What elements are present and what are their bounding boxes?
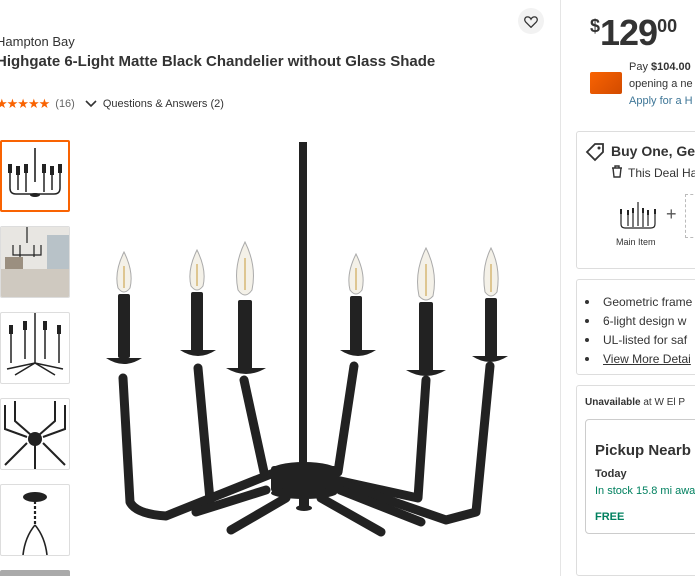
thumbnail-canopy[interactable] bbox=[0, 484, 70, 556]
product-price: $12900 bbox=[590, 12, 677, 54]
credit-card-image bbox=[590, 72, 622, 94]
canopy-image bbox=[22, 492, 48, 555]
buy-box-panel: $12900 Pay $104.00 opening a ne Apply fo… bbox=[576, 0, 695, 576]
pickup-option[interactable]: Pickup Nearb Today In stock 15.8 mi awa … bbox=[585, 419, 695, 534]
product-highlights: Geometric frame 6-light design w UL-list… bbox=[576, 279, 695, 375]
bullet-icon bbox=[585, 337, 589, 342]
highlight-item: Geometric frame bbox=[585, 292, 692, 311]
bogo-title[interactable]: Buy One, Ge bbox=[611, 143, 695, 159]
product-info-panel: Hampton Bay Highgate 6-Light Matte Black… bbox=[0, 0, 560, 576]
credit-offer-line-1: Pay $104.00 bbox=[629, 61, 691, 73]
apply-credit-link[interactable]: Apply for a H bbox=[629, 95, 693, 107]
second-item-slot[interactable] bbox=[685, 194, 695, 238]
view-more-details-text: View More Detai bbox=[603, 351, 691, 366]
price-dollars: 129 bbox=[600, 12, 658, 53]
thumbnail-chandelier-front[interactable] bbox=[0, 140, 70, 212]
pay-prefix: Pay bbox=[629, 61, 652, 73]
price-currency: $ bbox=[590, 16, 601, 36]
fulfillment-card: Unavailable at W El P Pickup Nearb Today… bbox=[576, 385, 695, 576]
main-item-label: Main Item bbox=[616, 237, 656, 247]
highlight-text: 6-light design w bbox=[603, 313, 687, 328]
thumbnail-angle-view[interactable] bbox=[0, 312, 70, 384]
chandelier-thumbnail-image bbox=[8, 148, 62, 197]
brand-name[interactable]: Hampton Bay bbox=[0, 34, 75, 49]
price-cents: 00 bbox=[657, 16, 678, 36]
bullet-icon bbox=[585, 299, 589, 304]
pickup-price: FREE bbox=[595, 511, 625, 523]
room-scene-image bbox=[1, 227, 69, 297]
plus-icon: + bbox=[666, 204, 677, 224]
tag-icon bbox=[585, 143, 604, 162]
chevron-down-icon bbox=[85, 100, 97, 108]
pickup-title: Pickup Nearb bbox=[595, 442, 691, 459]
bottom-view-image bbox=[4, 401, 66, 469]
trash-icon bbox=[612, 165, 622, 178]
review-count[interactable]: (16) bbox=[55, 98, 75, 110]
thumbnail-bottom-view[interactable] bbox=[0, 398, 70, 470]
bullet-icon bbox=[585, 356, 589, 361]
store-availability: Unavailable at W El P bbox=[585, 397, 685, 408]
thumbnail-more[interactable] bbox=[0, 570, 70, 576]
questions-answers-link[interactable]: Questions & Answers (2) bbox=[85, 98, 224, 110]
product-title: Highgate 6-Light Matte Black Chandelier … bbox=[0, 53, 436, 70]
highlight-text: UL-listed for saf bbox=[603, 332, 688, 347]
highlight-text: Geometric frame bbox=[603, 294, 693, 309]
bullet-icon bbox=[585, 318, 589, 323]
stock-status: In stock 15.8 mi awa bbox=[595, 485, 695, 497]
bogo-promo-card: Buy One, Ge This Deal Ha + Main Item bbox=[576, 131, 695, 269]
favorite-button[interactable] bbox=[518, 8, 544, 34]
deal-status: This Deal Ha bbox=[628, 166, 695, 180]
heart-icon bbox=[524, 15, 538, 28]
credit-offer-line-2: opening a ne bbox=[629, 78, 693, 90]
main-product-image[interactable] bbox=[96, 130, 526, 576]
store-name[interactable]: at W El P bbox=[641, 397, 685, 408]
rating-row: ★★★★★ (16) Questions & Answers (2) bbox=[0, 96, 224, 112]
highlight-item: UL-listed for saf bbox=[585, 330, 692, 349]
main-item-image[interactable] bbox=[617, 200, 659, 234]
rating-stars[interactable]: ★★★★★ bbox=[0, 96, 50, 112]
highlight-item: 6-light design w bbox=[585, 311, 692, 330]
angle-view-image bbox=[6, 313, 64, 376]
view-more-details-link[interactable]: View More Detai bbox=[585, 349, 692, 368]
unavailable-label: Unavailable bbox=[585, 397, 641, 408]
pay-amount: $104.00 bbox=[651, 61, 691, 73]
thumbnail-room-scene[interactable] bbox=[0, 226, 70, 298]
pickup-today: Today bbox=[595, 468, 627, 480]
qa-label: Questions & Answers (2) bbox=[102, 98, 224, 110]
panel-divider bbox=[560, 0, 561, 576]
